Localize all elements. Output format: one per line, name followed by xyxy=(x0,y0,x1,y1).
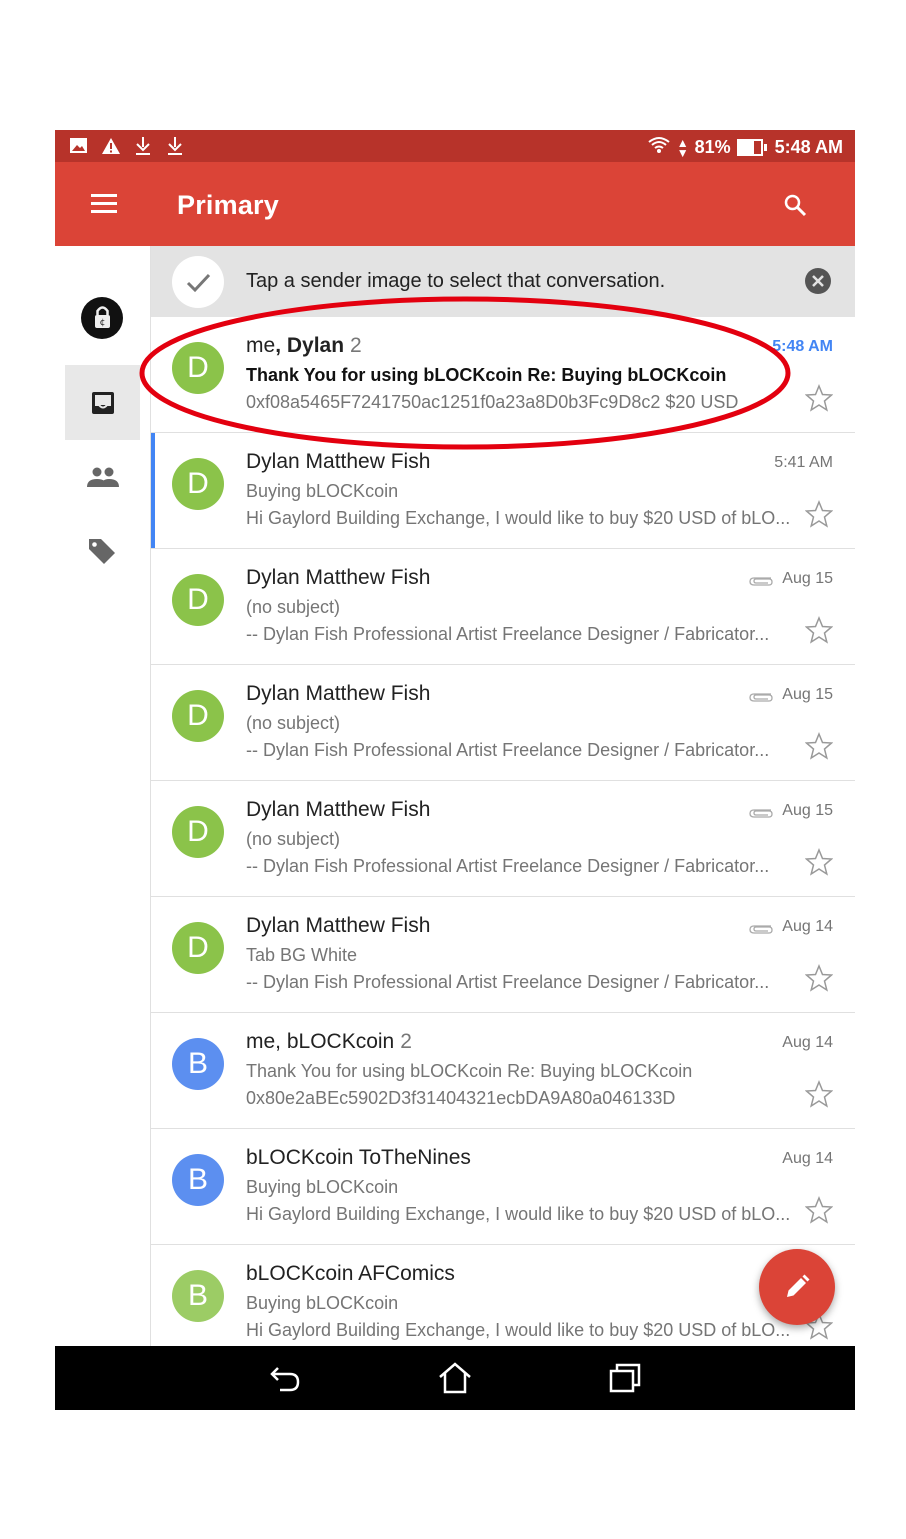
email-snippet: -- Dylan Fish Professional Artist Freela… xyxy=(246,856,770,876)
star-icon[interactable] xyxy=(804,732,834,760)
email-snippet: 0x80e2aBEc5902D3f31404321ecbDA9A80a04613… xyxy=(246,1088,676,1108)
star-icon[interactable] xyxy=(804,1196,834,1224)
thread-count: 2 xyxy=(350,334,362,357)
home-icon[interactable] xyxy=(438,1362,472,1394)
attachment-icon xyxy=(749,689,773,702)
sender-avatar[interactable]: B xyxy=(172,1154,224,1206)
tip-text: Tap a sender image to select that conver… xyxy=(246,270,666,292)
email-row[interactable]: D Dylan Matthew Fish (no subject) -- Dyl… xyxy=(151,549,855,665)
email-snippet: Hi Gaylord Building Exchange, I would li… xyxy=(246,1204,791,1224)
svg-text:¢: ¢ xyxy=(100,318,106,328)
navigation-rail: ¢ xyxy=(55,246,151,1346)
account-avatar[interactable]: ¢ xyxy=(81,297,123,339)
star-icon[interactable] xyxy=(804,500,834,528)
attachment-icon xyxy=(749,921,773,934)
star-icon[interactable] xyxy=(804,848,834,876)
email-row[interactable]: D me, Dylan 2 Thank You for using bLOCKco… xyxy=(151,317,855,433)
sender-name: me, Dylan 2 xyxy=(246,334,362,357)
email-date: Aug 15 xyxy=(782,686,833,703)
system-nav-bar xyxy=(55,1346,855,1410)
data-arrows-icon: ▲ ▼ xyxy=(676,135,689,160)
recent-apps-icon[interactable] xyxy=(608,1362,642,1394)
thread-count: 2 xyxy=(400,1030,412,1053)
email-snippet: -- Dylan Fish Professional Artist Freela… xyxy=(246,624,770,644)
sender-name: bLOCKcoin AFComics xyxy=(246,1262,455,1285)
sender-name: Dylan Matthew Fish xyxy=(246,450,431,473)
download-icon xyxy=(165,136,185,156)
email-row[interactable]: D Dylan Matthew Fish Buying bLOCKcoin Hi… xyxy=(151,433,855,549)
email-snippet: Hi Gaylord Building Exchange, I would li… xyxy=(246,1320,791,1340)
email-subject: Buying bLOCKcoin xyxy=(246,481,399,501)
email-date: Aug 15 xyxy=(782,802,833,819)
email-subject: (no subject) xyxy=(246,597,341,617)
sender-name: Dylan Matthew Fish xyxy=(246,682,431,705)
email-row[interactable]: B me, bLOCKcoin 2 Thank You for using bLO… xyxy=(151,1013,855,1129)
attachment-icon xyxy=(749,573,773,586)
email-subject: Buying bLOCKcoin xyxy=(246,1177,399,1197)
star-icon[interactable] xyxy=(804,1080,834,1108)
sender-avatar[interactable]: D xyxy=(172,922,224,974)
download-icon xyxy=(133,136,153,156)
email-row[interactable]: B bLOCKcoin AFComics Buying bLOCKcoin Hi… xyxy=(151,1245,855,1361)
email-date: Aug 14 xyxy=(782,1034,833,1051)
sender-avatar[interactable]: D xyxy=(172,458,224,510)
social-people-icon[interactable] xyxy=(86,465,120,494)
star-icon[interactable] xyxy=(804,964,834,992)
sender-avatar[interactable]: D xyxy=(172,574,224,626)
email-date: 5:48 AM xyxy=(772,338,833,355)
sender-avatar[interactable]: B xyxy=(172,1270,224,1322)
compose-button[interactable] xyxy=(759,1249,835,1325)
clock: 5:48 AM xyxy=(774,137,843,157)
status-bar: ▲ ▼ 81% 5:48 AM xyxy=(55,130,855,162)
wifi-icon xyxy=(647,135,671,160)
promotions-label-icon[interactable] xyxy=(87,536,117,571)
check-icon xyxy=(172,256,224,308)
sender-avatar[interactable]: D xyxy=(172,806,224,858)
sender-name: me, bLOCKcoin 2 xyxy=(246,1030,412,1053)
inbox-nav-button[interactable] xyxy=(65,365,140,440)
email-date: Aug 14 xyxy=(782,1150,833,1167)
email-row[interactable]: D Dylan Matthew Fish (no subject) -- Dyl… xyxy=(151,781,855,897)
search-icon[interactable] xyxy=(783,193,807,217)
device-screen: ▲ ▼ 81% 5:48 AM Primary ¢ Tap a sender i… xyxy=(55,130,855,1410)
email-snippet: 0xf08a5465F7241750ac1251f0a23a8D0b3Fc9D8… xyxy=(246,392,739,412)
sender-name: Dylan Matthew Fish xyxy=(246,566,431,589)
app-bar: Primary xyxy=(55,162,855,246)
attachment-icon xyxy=(749,805,773,818)
sender-avatar[interactable]: D xyxy=(172,690,224,742)
email-snippet: -- Dylan Fish Professional Artist Freela… xyxy=(246,972,770,992)
battery-icon xyxy=(736,139,767,156)
email-subject: Thank You for using bLOCKcoin Re: Buying… xyxy=(246,365,727,385)
sender-avatar[interactable]: D xyxy=(172,342,224,394)
sender-name: Dylan Matthew Fish xyxy=(246,798,431,821)
email-list: D me, Dylan 2 Thank You for using bLOCKco… xyxy=(151,317,855,1361)
pencil-icon xyxy=(787,1274,810,1297)
email-subject: Thank You for using bLOCKcoin Re: Buying… xyxy=(246,1061,693,1081)
email-subject: Tab BG White xyxy=(246,945,358,965)
star-icon[interactable] xyxy=(804,384,834,412)
sender-name: bLOCKcoin ToTheNines xyxy=(246,1146,471,1169)
email-snippet: -- Dylan Fish Professional Artist Freela… xyxy=(246,740,770,760)
image-icon xyxy=(69,136,89,156)
email-row[interactable]: D Dylan Matthew Fish Tab BG White -- Dyl… xyxy=(151,897,855,1013)
email-date: Aug 14 xyxy=(782,918,833,935)
email-date: 5:41 AM xyxy=(774,454,833,471)
email-subject: (no subject) xyxy=(246,829,341,849)
email-snippet: Hi Gaylord Building Exchange, I would li… xyxy=(246,508,791,528)
email-date: Aug 15 xyxy=(782,570,833,587)
email-subject: (no subject) xyxy=(246,713,341,733)
battery-percent: 81% xyxy=(694,137,731,157)
email-row[interactable]: D Dylan Matthew Fish (no subject) -- Dyl… xyxy=(151,665,855,781)
back-icon[interactable] xyxy=(268,1362,302,1394)
email-subject: Buying bLOCKcoin xyxy=(246,1293,399,1313)
close-icon[interactable] xyxy=(805,268,831,294)
page-title: Primary xyxy=(177,190,279,220)
tip-banner: Tap a sender image to select that conver… xyxy=(151,246,855,317)
warning-icon xyxy=(101,136,121,156)
email-row[interactable]: B bLOCKcoin ToTheNines Buying bLOCKcoin … xyxy=(151,1129,855,1245)
sender-avatar[interactable]: B xyxy=(172,1038,224,1090)
sender-name: Dylan Matthew Fish xyxy=(246,914,431,937)
star-icon[interactable] xyxy=(804,616,834,644)
menu-icon[interactable] xyxy=(91,194,117,214)
